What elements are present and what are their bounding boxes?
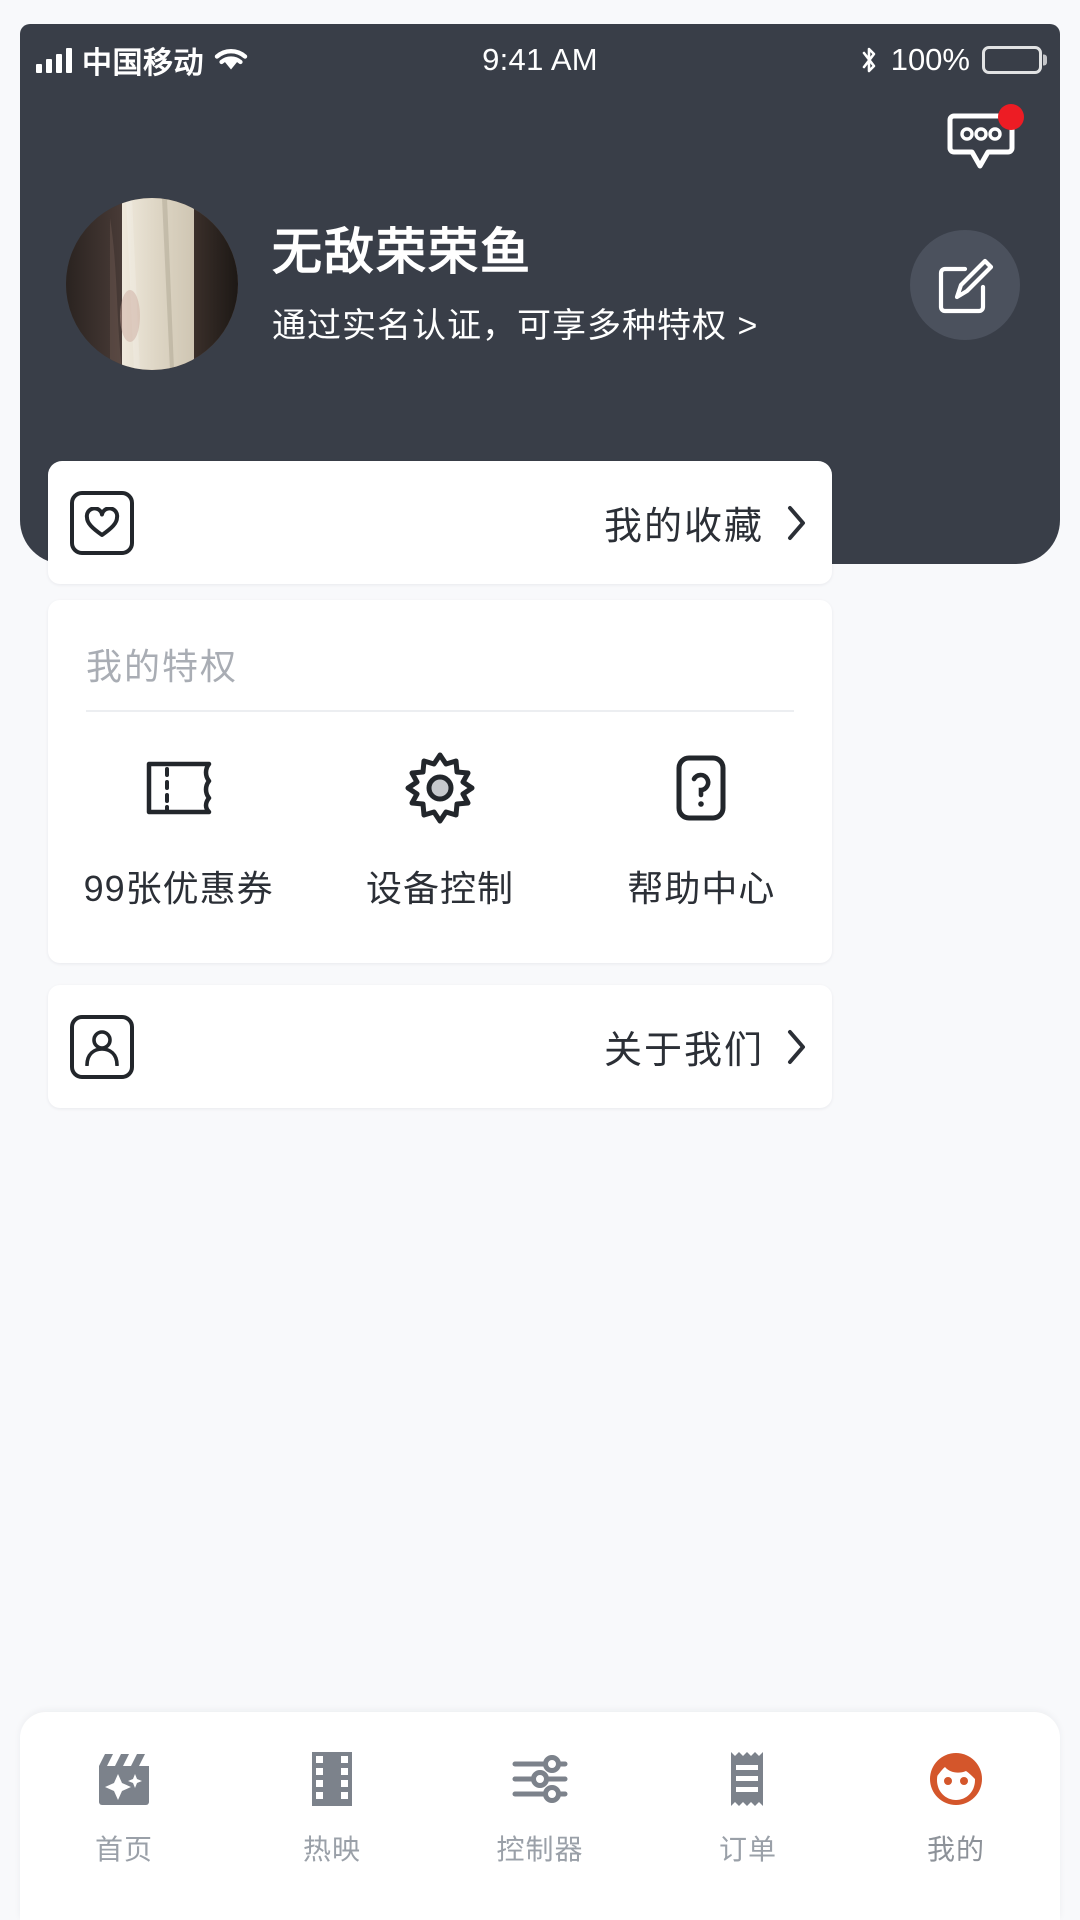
divider <box>86 710 794 712</box>
gear-icon <box>402 742 478 834</box>
status-bar-right: 100% <box>859 42 1042 78</box>
unread-badge <box>998 104 1024 130</box>
privileges-title: 我的特权 <box>86 646 239 687</box>
battery-full-icon <box>982 46 1042 74</box>
tab-label: 控制器 <box>496 1834 584 1865</box>
privilege-item-coupons[interactable]: 99张优惠券 <box>48 742 309 912</box>
tab-controller[interactable]: 控制器 <box>436 1742 644 1868</box>
edit-profile-button[interactable] <box>910 230 1020 340</box>
film-strip-icon <box>303 1742 361 1816</box>
privilege-item-device-control[interactable]: 设备控制 <box>309 742 570 912</box>
bluetooth-icon <box>859 45 879 75</box>
favorites-card[interactable]: 我的收藏 <box>48 461 832 584</box>
favorites-label: 我的收藏 <box>603 506 764 548</box>
chevron-right-icon <box>786 1028 808 1066</box>
privilege-label: 帮助中心 <box>627 868 776 909</box>
tab-label: 订单 <box>718 1834 777 1865</box>
tab-hot-movies[interactable]: 热映 <box>228 1742 436 1868</box>
tab-label: 首页 <box>94 1834 153 1865</box>
tab-label: 我的 <box>926 1834 985 1865</box>
status-bar: 中国移动 9:41 AM 100% <box>20 24 1060 96</box>
favorites-row[interactable]: 我的收藏 <box>48 461 832 584</box>
privilege-label: 99张优惠券 <box>83 868 274 909</box>
privilege-item-help-center[interactable]: 帮助中心 <box>571 742 832 912</box>
person-icon <box>70 1014 134 1079</box>
edit-pencil-icon <box>938 258 994 314</box>
about-label: 关于我们 <box>603 1030 764 1072</box>
tab-orders[interactable]: 订单 <box>644 1742 852 1868</box>
coupon-ticket-icon <box>141 742 217 834</box>
username: 无敌荣荣鱼 <box>272 224 532 280</box>
verification-link[interactable]: 通过实名认证，可享多种特权 > <box>272 298 758 347</box>
sliders-icon <box>509 1742 571 1816</box>
chevron-right-icon <box>786 504 808 542</box>
question-mark-icon <box>669 742 733 834</box>
about-row[interactable]: 关于我们 <box>48 985 832 1108</box>
receipt-icon <box>721 1742 775 1816</box>
heart-icon <box>70 490 134 555</box>
profile-row: 无敌荣荣鱼 通过实名认证，可享多种特权 > <box>20 174 1060 424</box>
tab-list: 首页 热映 控制器 订单 我的 <box>20 1742 1060 1868</box>
tab-profile[interactable]: 我的 <box>852 1742 1060 1868</box>
avatar[interactable] <box>66 198 238 370</box>
clapperboard-icon <box>93 1742 155 1816</box>
battery-percent-label: 100% <box>890 42 970 77</box>
about-card[interactable]: 关于我们 <box>48 985 832 1108</box>
app-screen: 中国移动 9:41 AM 100% 无敌荣荣鱼 通过实名认证，可享多种特权 > … <box>0 0 1080 1920</box>
privileges-card: 我的特权 99张优惠券 设备控制 帮助中心 <box>48 600 832 963</box>
privileges-grid: 99张优惠券 设备控制 帮助中心 <box>48 742 832 912</box>
tab-home[interactable]: 首页 <box>20 1742 228 1868</box>
privilege-label: 设备控制 <box>365 868 514 909</box>
face-avatar-icon <box>925 1742 987 1816</box>
tab-label: 热映 <box>302 1834 361 1865</box>
bottom-navigation: 首页 热映 控制器 订单 我的 <box>20 1712 1060 1920</box>
message-bubble-icon[interactable] <box>946 104 1024 176</box>
